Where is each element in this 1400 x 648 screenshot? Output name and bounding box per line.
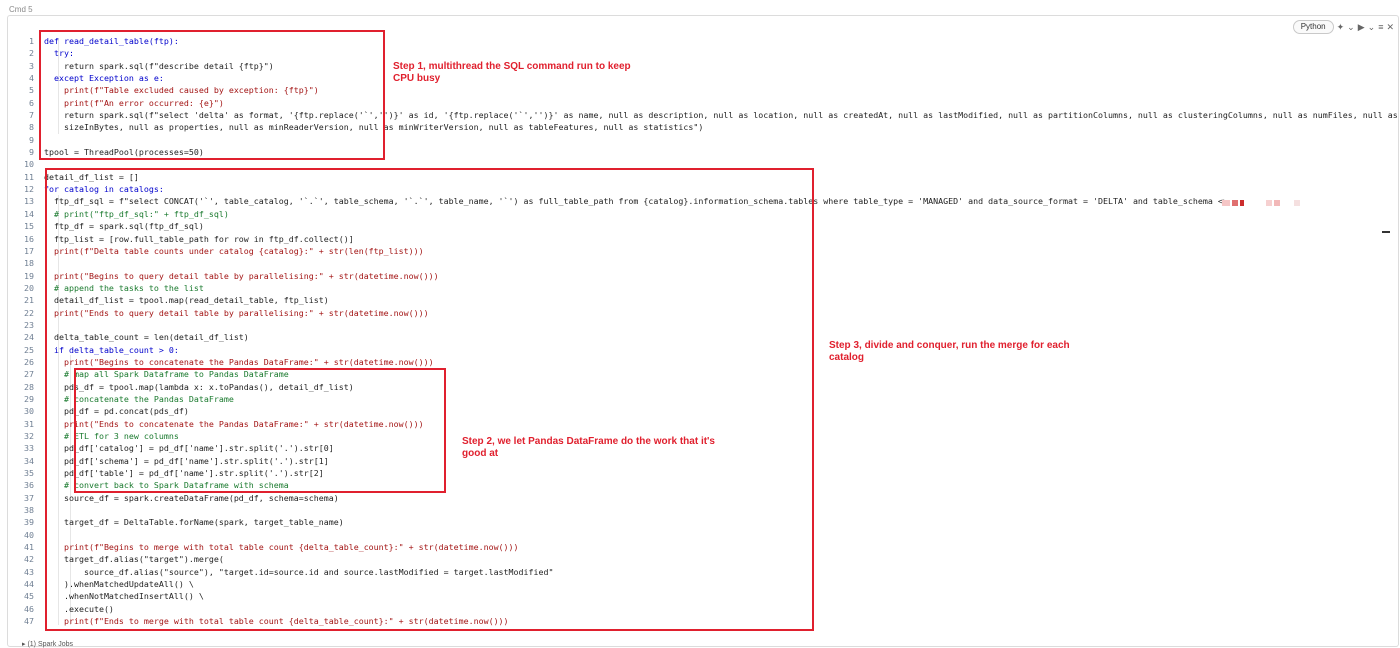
line-number: 22 (24, 307, 34, 318)
chevron-down-icon[interactable]: ⌄ (1368, 22, 1376, 32)
line-number: 43 (24, 566, 34, 577)
line-number: 6 (29, 97, 34, 108)
line-number: 45 (24, 591, 34, 602)
line-number: 41 (24, 542, 34, 553)
line-number: 47 (24, 616, 34, 627)
line-number: 28 (24, 381, 34, 392)
step3-annotation: Step 3, divide and conquer, run the merg… (829, 340, 1070, 363)
line-number: 31 (24, 418, 34, 429)
step2-annotation: Step 2, we let Pandas DataFrame do the w… (462, 436, 715, 459)
line-number: 9 (29, 134, 34, 145)
line-number: 14 (24, 208, 34, 219)
line-number: 26 (24, 356, 34, 367)
line-number: 36 (24, 480, 34, 491)
line-number: 17 (24, 245, 34, 256)
line-number: 11 (24, 171, 34, 182)
line-number: 33 (24, 443, 34, 454)
line-number: 44 (24, 579, 34, 590)
line-number: 34 (24, 455, 34, 466)
line-number: 15 (24, 221, 34, 232)
line-number: 20 (24, 282, 34, 293)
line-number: 10 (24, 159, 34, 170)
drag-handle[interactable] (1382, 231, 1390, 233)
cell-toolbar: Python ✦ ⌄ ▶ ⌄ ≡ ✕ (1292, 20, 1394, 34)
line-number: 8 (29, 122, 34, 133)
line-number: 7 (29, 110, 34, 121)
run-icon[interactable]: ▶ (1358, 22, 1365, 32)
line-number: 3 (29, 60, 34, 71)
menu-icon[interactable]: ≡ (1378, 22, 1383, 32)
close-icon[interactable]: ✕ (1386, 22, 1394, 32)
line-number: 27 (24, 369, 34, 380)
line-number: 13 (24, 196, 34, 207)
line-number: 46 (24, 603, 34, 614)
step1-annotation: Step 1, multithread the SQL command run … (393, 61, 631, 84)
line-number: 37 (24, 492, 34, 503)
line-number: 32 (24, 431, 34, 441)
line-number: 21 (24, 295, 34, 306)
line-number: 23 (24, 319, 34, 330)
command-label: Cmd 5 (9, 5, 33, 14)
line-number: 9 (29, 147, 34, 158)
language-selector[interactable]: Python (1292, 20, 1334, 34)
sparkle-icon[interactable]: ✦ (1337, 22, 1345, 32)
overflow-marker (1222, 200, 1300, 207)
line-number: 25 (24, 344, 34, 355)
line-number: 4 (29, 73, 34, 84)
line-number: 39 (24, 517, 34, 528)
line-number: 42 (24, 554, 34, 565)
line-number: 38 (24, 505, 34, 516)
line-number: 35 (24, 468, 34, 479)
step1-highlight-box (39, 30, 385, 160)
line-number: 16 (24, 233, 34, 244)
line-number: 24 (24, 332, 34, 343)
line-number: 5 (29, 85, 34, 96)
line-number: 19 (24, 270, 34, 281)
line-number: 30 (24, 406, 34, 417)
line-number: 29 (24, 393, 34, 404)
step2-highlight-box (74, 368, 446, 493)
spark-jobs-toggle[interactable]: ▸ (1) Spark Jobs (22, 640, 73, 648)
line-number: 1 (29, 36, 34, 46)
line-number: 12 (24, 184, 34, 195)
chevron-down-icon[interactable]: ⌄ (1347, 22, 1355, 32)
line-number: 2 (29, 48, 34, 59)
line-number: 18 (24, 258, 34, 269)
line-number: 40 (24, 529, 34, 540)
